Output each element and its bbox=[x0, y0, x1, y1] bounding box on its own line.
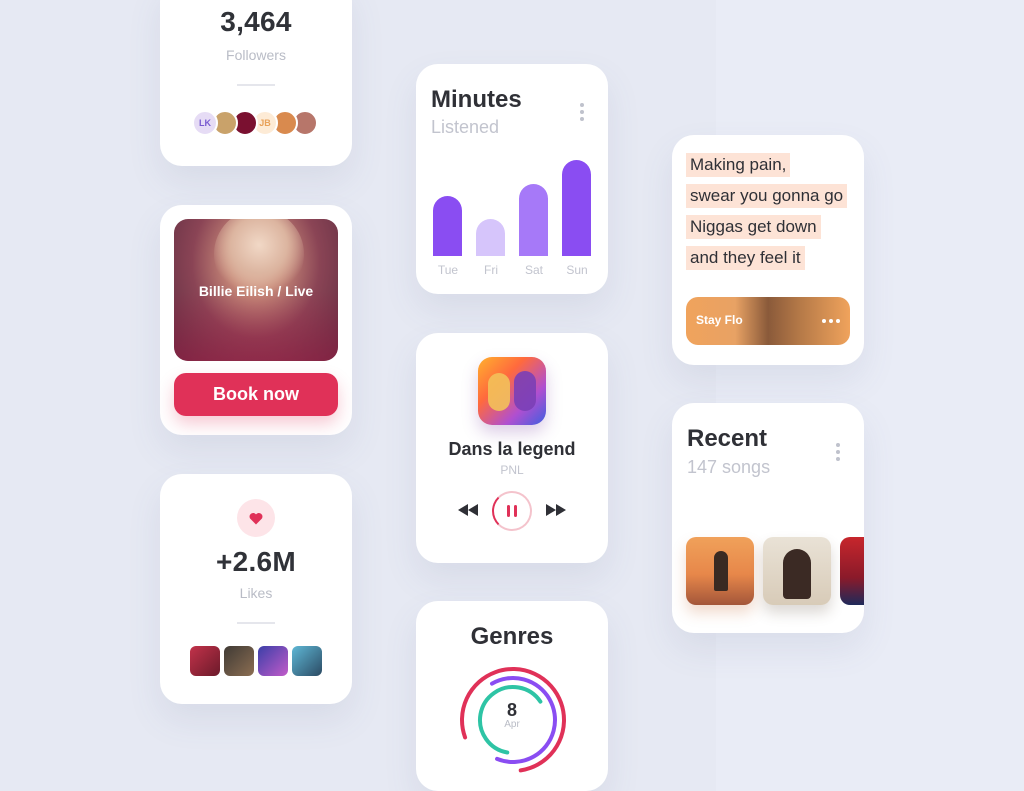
recent-title: Recent bbox=[687, 425, 768, 452]
genres-card: Genres 8 Apr bbox=[416, 601, 608, 791]
liked-track-thumb[interactable] bbox=[224, 646, 254, 676]
event-title: Billie Eilish / Live bbox=[198, 283, 314, 299]
divider bbox=[237, 622, 275, 624]
rewind-icon[interactable] bbox=[458, 504, 478, 516]
pause-icon bbox=[507, 505, 517, 517]
lyric-line: Making pain, bbox=[686, 153, 791, 177]
divider bbox=[237, 84, 275, 86]
lyrics-card: Making pain, swear you gonna go Niggas g… bbox=[672, 135, 864, 365]
genres-title: Genres bbox=[470, 623, 554, 650]
event-overlay bbox=[174, 291, 338, 361]
follower-avatar[interactable]: LK bbox=[192, 110, 218, 136]
event-card: Billie Eilish / Live Book now bbox=[160, 205, 352, 435]
event-image[interactable]: Billie Eilish / Live bbox=[174, 219, 338, 361]
recent-subtitle: 147 songs bbox=[687, 457, 771, 477]
lyric-line: swear you gonna go bbox=[686, 184, 848, 208]
recent-card: Recent 147 songs bbox=[672, 403, 864, 633]
liked-track-thumb[interactable] bbox=[292, 646, 322, 676]
day-label: Sat bbox=[524, 263, 543, 277]
genres-date-day: 8 bbox=[506, 700, 517, 720]
fast-forward-icon[interactable] bbox=[546, 504, 566, 516]
lyric-line: and they feel it bbox=[686, 246, 805, 270]
followers-label: Followers bbox=[226, 47, 286, 63]
lyric-line: Niggas get down bbox=[686, 215, 821, 239]
day-label: Tue bbox=[437, 263, 459, 277]
pause-button[interactable] bbox=[492, 491, 532, 531]
genres-date-month: Apr bbox=[504, 719, 520, 730]
day-label: Sun bbox=[566, 263, 588, 277]
minutes-subtitle: Listened bbox=[431, 117, 500, 137]
minutes-title: Minutes bbox=[431, 86, 522, 113]
minutes-card: Minutes Listened Tue Fri Sat Sun bbox=[416, 64, 608, 294]
bar-sun[interactable] bbox=[562, 160, 591, 256]
liked-track-thumb[interactable] bbox=[190, 646, 220, 676]
track-title: Dans la legend bbox=[448, 439, 576, 459]
more-options-icon[interactable] bbox=[822, 319, 840, 323]
book-now-button[interactable]: Book now bbox=[174, 373, 338, 416]
heart-badge[interactable] bbox=[237, 499, 275, 537]
player-card: Dans la legend PNL bbox=[416, 333, 608, 563]
track-pill-label: Stay Flo bbox=[696, 313, 743, 327]
recent-song-cover[interactable] bbox=[686, 537, 754, 605]
liked-track-thumb[interactable] bbox=[258, 646, 288, 676]
heart-icon bbox=[249, 512, 263, 524]
recent-song-cover[interactable] bbox=[763, 537, 831, 605]
followers-count: 3,464 bbox=[220, 6, 292, 37]
follower-avatars: LK JB bbox=[192, 110, 332, 138]
likes-count: +2.6M bbox=[215, 546, 297, 577]
track-artist: PNL bbox=[500, 463, 524, 477]
bar-sat[interactable] bbox=[519, 184, 548, 256]
album-art[interactable] bbox=[478, 357, 546, 425]
more-options-icon[interactable] bbox=[580, 103, 584, 121]
day-label: Fri bbox=[484, 263, 498, 277]
minutes-day-labels: Tue Fri Sat Sun bbox=[416, 263, 608, 279]
recent-song-cover[interactable] bbox=[840, 537, 864, 605]
more-options-icon[interactable] bbox=[836, 443, 840, 461]
track-pill[interactable]: Stay Flo bbox=[686, 297, 850, 345]
bar-tue[interactable] bbox=[433, 196, 462, 256]
likes-label: Likes bbox=[239, 585, 273, 601]
likes-card: +2.6M Likes bbox=[160, 474, 352, 704]
followers-card: 3,464 Followers LK JB bbox=[160, 0, 352, 166]
bar-fri[interactable] bbox=[476, 219, 505, 256]
minutes-bar-chart bbox=[416, 144, 608, 256]
